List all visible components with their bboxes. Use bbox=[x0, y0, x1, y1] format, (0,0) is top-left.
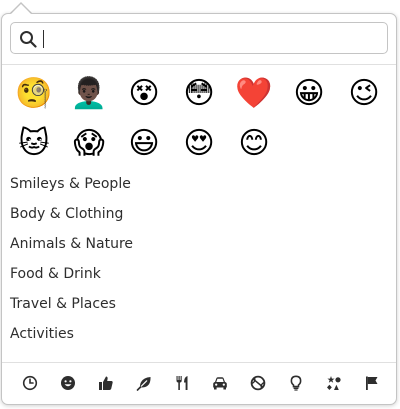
category-smileys-people[interactable]: Smileys & People bbox=[2, 169, 396, 199]
search-icon bbox=[20, 31, 37, 48]
tab-smileys[interactable] bbox=[55, 370, 81, 396]
emoji-red-heart[interactable]: ❤️ bbox=[230, 72, 278, 116]
tab-body[interactable] bbox=[93, 370, 119, 396]
search-entry[interactable] bbox=[10, 22, 388, 54]
tab-recent[interactable] bbox=[17, 370, 43, 396]
category-tab-bar bbox=[2, 362, 396, 402]
emoji-screaming-face[interactable]: 😱 bbox=[65, 122, 113, 166]
emoji-cat-face[interactable]: 🐱 bbox=[10, 122, 58, 166]
emoji-chooser-popover: 🧐 👨🏿‍🦱 😵 😳 ❤️ 😀 😉 🐱 😱 😃 😍 😊 Smileys & Pe… bbox=[1, 13, 397, 405]
thumbs-up-icon bbox=[99, 376, 113, 390]
emoji-heart-eyes[interactable]: 😍 bbox=[175, 122, 223, 166]
ball-icon bbox=[250, 375, 266, 391]
popover-arrow-fill bbox=[11, 4, 31, 14]
category-body-clothing[interactable]: Body & Clothing bbox=[2, 199, 396, 229]
emoji-face-with-monocle[interactable]: 🧐 bbox=[10, 72, 58, 116]
emoji-smiling-face[interactable]: 😊 bbox=[230, 122, 278, 166]
tab-activities[interactable] bbox=[245, 370, 271, 396]
category-travel-places[interactable]: Travel & Places bbox=[2, 289, 396, 319]
clock-icon bbox=[22, 375, 38, 391]
tab-food[interactable] bbox=[169, 370, 195, 396]
emoji-dizzy-face[interactable]: 😵 bbox=[120, 72, 168, 116]
divider bbox=[2, 64, 396, 65]
leaf-icon bbox=[136, 377, 151, 391]
tab-flags[interactable] bbox=[359, 370, 385, 396]
text-cursor bbox=[43, 30, 44, 48]
flag-icon bbox=[366, 376, 378, 390]
symbols-icon bbox=[327, 376, 341, 390]
car-icon bbox=[213, 377, 227, 390]
category-food-drink[interactable]: Food & Drink bbox=[2, 259, 396, 289]
emoji-winking-face[interactable]: 😉 bbox=[340, 72, 388, 116]
emoji-flushed-face[interactable]: 😳 bbox=[175, 72, 223, 116]
fork-knife-icon bbox=[176, 376, 188, 390]
tab-travel[interactable] bbox=[207, 370, 233, 396]
search-input[interactable] bbox=[43, 27, 373, 49]
smiley-icon bbox=[61, 376, 75, 390]
category-activities[interactable]: Activities bbox=[2, 319, 396, 349]
lightbulb-icon bbox=[290, 375, 302, 391]
tab-nature[interactable] bbox=[131, 370, 157, 396]
emoji-grinning-big-eyes[interactable]: 😃 bbox=[120, 122, 168, 166]
emoji-grinning-face[interactable]: 😀 bbox=[285, 72, 333, 116]
tab-symbols[interactable] bbox=[321, 370, 347, 396]
tab-objects[interactable] bbox=[283, 370, 309, 396]
emoji-man-dark-skin-curly-hair[interactable]: 👨🏿‍🦱 bbox=[65, 72, 113, 116]
category-animals-nature[interactable]: Animals & Nature bbox=[2, 229, 396, 259]
